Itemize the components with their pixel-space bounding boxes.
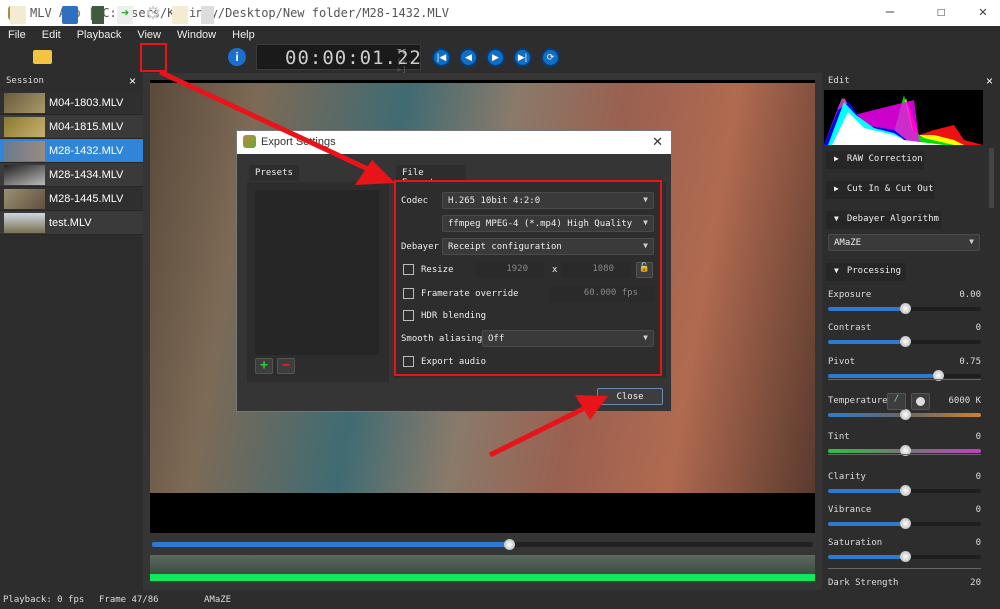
annotation-arrows — [158, 69, 608, 458]
arrowhead — [575, 395, 608, 420]
annotation-arrow-to-close — [488, 405, 587, 458]
annotation-arrow-to-export — [158, 69, 372, 173]
